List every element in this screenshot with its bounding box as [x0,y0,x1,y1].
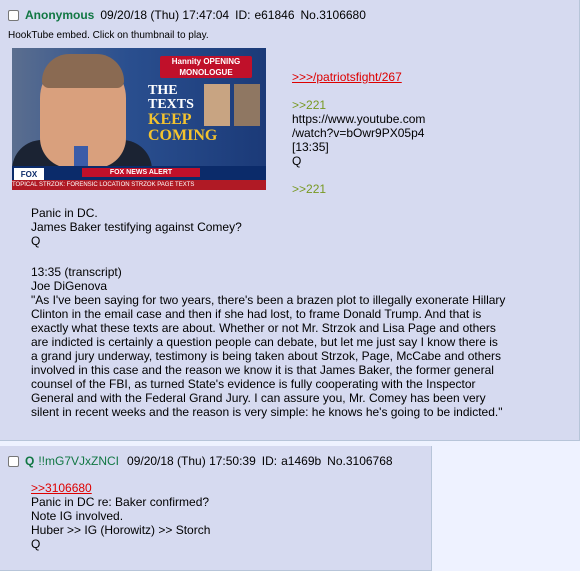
thumbnail-photo-2 [234,84,260,126]
post-side-text: >>>/patriotsfight/267 >>221 https://www.… [292,70,425,196]
post-header: Q !!mG7VJxZNCI 09/20/18 (Thu) 17:50:39 I… [8,454,393,468]
video-thumbnail[interactable]: Hannity OPENING MONOLOGUE THE TEXTS KEEP… [12,48,266,190]
post-body-transcript: 13:35 (transcript) Joe DiGenova "As I've… [31,265,505,419]
body-line: Q [31,234,41,248]
post-header: Anonymous 09/20/18 (Thu) 17:47:04 ID: e6… [8,8,366,22]
post-body-intro: Panic in DC. James Baker testifying agai… [31,206,242,248]
post-3106680: Anonymous 09/20/18 (Thu) 17:47:04 ID: e6… [0,0,580,441]
greentext-line: >>221 [292,98,327,112]
reply-link[interactable]: >>3106680 [31,481,210,495]
body-line: exactly what these texts are about. Whet… [31,321,496,335]
body-line: Q [31,537,41,551]
board-link[interactable]: >>>/patriotsfight/267 [292,70,425,84]
url-line: https://www.youtube.com [292,112,426,126]
thumbnail-photo-1 [204,84,230,126]
post-number-label[interactable]: No. [327,454,346,468]
post-number[interactable]: 3106768 [346,454,393,468]
id-label: ID: [235,8,251,22]
post-3106768: Q !!mG7VJxZNCI 09/20/18 (Thu) 17:50:39 I… [0,446,432,571]
greentext-line: >>221 [292,182,327,196]
poster-name: Anonymous [25,8,95,22]
body-line: Panic in DC. [31,206,98,220]
body-line: are indicted is certainly a question peo… [31,335,498,349]
body-line: Huber >> IG (Horowitz) >> Storch [31,523,211,537]
thumbnail-alert-text: FOX NEWS ALERT [82,168,200,177]
headline-line-4: COMING [148,127,218,144]
body-line: a grand jury underway, testimony is bein… [31,349,502,363]
body-line: 13:35 (transcript) [31,265,122,279]
body-line: involved in this case and the reason we … [31,363,494,377]
post-number[interactable]: 3106680 [319,8,366,22]
body-line: Clinton in the email case and then if sh… [31,307,482,321]
thumbnail-opening-label: Hannity OPENING MONOLOGUE [160,56,252,78]
id-label: ID: [261,454,278,468]
body-line: "As I've been saying for two years, ther… [31,293,506,307]
signature-line: Q [292,154,302,168]
post-select-checkbox[interactable] [8,455,19,467]
poster-id[interactable]: a1469b [281,454,321,468]
body-line: Note IG involved. [31,509,124,523]
body-line: Panic in DC re: Baker confirmed? [31,495,210,509]
thumbnail-hair [42,54,124,88]
post-body: >>3106680 Panic in DC re: Baker confirme… [31,481,210,551]
body-line: James Baker testifying against Comey? [31,220,242,234]
post-date: 09/20/18 (Thu) 17:47:04 [100,8,230,22]
post-date: 09/20/18 (Thu) 17:50:39 [127,454,256,468]
poster-name: Q [25,454,35,468]
poster-id[interactable]: e61846 [254,8,294,22]
url-line: /watch?v=bOwr9PX05p4 [292,126,425,140]
thumbnail-ticker: TOPICAL STRZOK: FORENSIC LOCATION STRZOK… [12,180,266,190]
body-line: counsel of the FBI, as turned State's ev… [31,377,476,391]
post-select-checkbox[interactable] [8,9,19,21]
poster-tripcode: !!mG7VJxZNCI [38,454,120,468]
embed-note: HookTube embed. Click on thumbnail to pl… [8,30,209,41]
body-line: General and with the Federal Grand Jury.… [31,391,486,405]
body-line: silent in recent weeks and the reason is… [31,405,503,419]
post-number-label[interactable]: No. [301,8,320,22]
timestamp-line: [13:35] [292,140,329,154]
body-line: Joe DiGenova [31,279,108,293]
